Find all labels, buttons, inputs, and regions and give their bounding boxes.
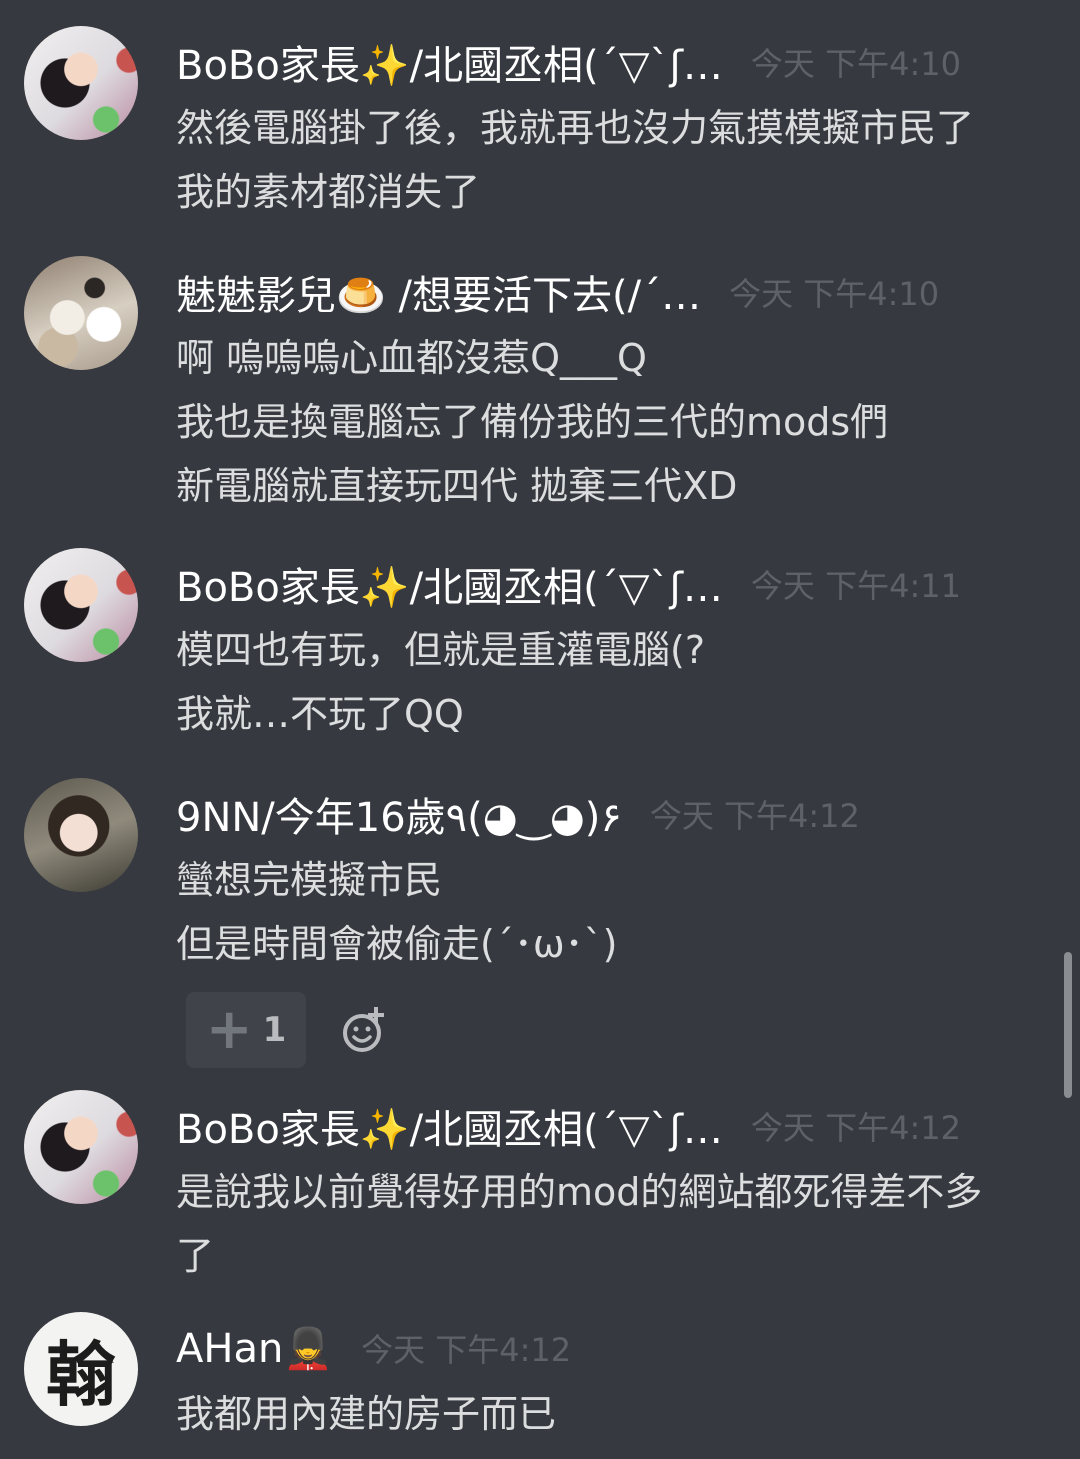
message-header: BoBo家長✨/北國丞相(´▽`ʃ… 今天 下午4:10	[176, 28, 1056, 96]
message-text[interactable]: 是說我以前覺得好用的mod的網站都死得差不多	[176, 1160, 1056, 1224]
message-header: 9NN/今年16歲٩(◕‿◕)۶ 今天 下午4:12	[176, 780, 1056, 848]
message-content: BoBo家長✨/北國丞相(´▽`ʃ… 今天 下午4:11 模四也有玩，但就是重灌…	[176, 548, 1056, 746]
message-header: AHan💂 今天 下午4:12	[176, 1314, 1056, 1382]
message-text[interactable]: 模四也有玩，但就是重灌電腦(?	[176, 618, 1056, 682]
avatar[interactable]: 翰	[24, 1312, 138, 1426]
username[interactable]: AHan💂	[176, 1325, 333, 1372]
timestamp: 今天 下午4:12	[361, 1331, 572, 1369]
message-header: BoBo家長✨/北國丞相(´▽`ʃ… 今天 下午4:11	[176, 550, 1056, 618]
username[interactable]: BoBo家長✨/北國丞相(´▽`ʃ…	[176, 1097, 723, 1155]
timestamp: 今天 下午4:10	[750, 45, 961, 83]
plus-icon: +	[205, 997, 253, 1062]
message-text[interactable]: 我都用內建的房子而已	[176, 1382, 1056, 1446]
reaction-plus-one[interactable]: + 1	[186, 992, 306, 1068]
message-content: 9NN/今年16歲٩(◕‿◕)۶ 今天 下午4:12 蠻想完模擬市民 但是時間會…	[176, 778, 1056, 1068]
message-content: BoBo家長✨/北國丞相(´▽`ʃ… 今天 下午4:12 是說我以前覺得好用的m…	[176, 1090, 1056, 1288]
timestamp: 今天 下午4:10	[729, 275, 940, 313]
message-content: AHan💂 今天 下午4:12 我都用內建的房子而已	[176, 1312, 1056, 1446]
message-text[interactable]: 蠻想完模擬市民	[176, 848, 1056, 912]
message-text[interactable]: 了	[176, 1224, 1056, 1288]
username[interactable]: BoBo家長✨/北國丞相(´▽`ʃ…	[176, 33, 723, 91]
message-header: 魅魅影兒🍮 /想要活下去(/´… 今天 下午4:10	[176, 258, 1056, 326]
avatar[interactable]	[24, 1090, 138, 1204]
message-text[interactable]: 我也是換電腦忘了備份我的三代的mods們	[176, 390, 1056, 454]
message-text[interactable]: 啊 嗚嗚嗚心血都沒惹Q___Q	[176, 326, 1056, 390]
message-text[interactable]: 新電腦就直接玩四代 拋棄三代XD	[176, 454, 1056, 518]
reaction-bar: + 1	[176, 992, 1056, 1068]
timestamp: 今天 下午4:12	[750, 1109, 961, 1147]
username[interactable]: 魅魅影兒🍮 /想要活下去(/´…	[176, 263, 701, 321]
username[interactable]: 9NN/今年16歲٩(◕‿◕)۶	[176, 785, 622, 843]
message-text[interactable]: 然後電腦掛了後，我就再也沒力氣摸模擬市民了	[176, 96, 1056, 160]
avatar[interactable]	[24, 26, 138, 140]
avatar[interactable]	[24, 778, 138, 892]
avatar[interactable]	[24, 548, 138, 662]
message-text[interactable]: 但是時間會被偷走(´･ω･`)	[176, 912, 1056, 976]
timestamp: 今天 下午4:12	[649, 797, 860, 835]
message-text[interactable]: 我就…不玩了QQ	[176, 682, 1056, 746]
message-header: BoBo家長✨/北國丞相(´▽`ʃ… 今天 下午4:12	[176, 1092, 1056, 1160]
message-text[interactable]: 我的素材都消失了	[176, 160, 1056, 224]
reaction-count: 1	[262, 1010, 287, 1050]
chat-view: BoBo家長✨/北國丞相(´▽`ʃ… 今天 下午4:10 然後電腦掛了後，我就再…	[0, 0, 1080, 1459]
add-reaction-icon[interactable]	[340, 1005, 390, 1055]
username[interactable]: BoBo家長✨/北國丞相(´▽`ʃ…	[176, 555, 723, 613]
timestamp: 今天 下午4:11	[750, 567, 961, 605]
avatar[interactable]	[24, 256, 138, 370]
message-content: 魅魅影兒🍮 /想要活下去(/´… 今天 下午4:10 啊 嗚嗚嗚心血都沒惹Q__…	[176, 256, 1056, 518]
scrollbar[interactable]	[1064, 952, 1072, 1098]
message-content: BoBo家長✨/北國丞相(´▽`ʃ… 今天 下午4:10 然後電腦掛了後，我就再…	[176, 26, 1056, 224]
